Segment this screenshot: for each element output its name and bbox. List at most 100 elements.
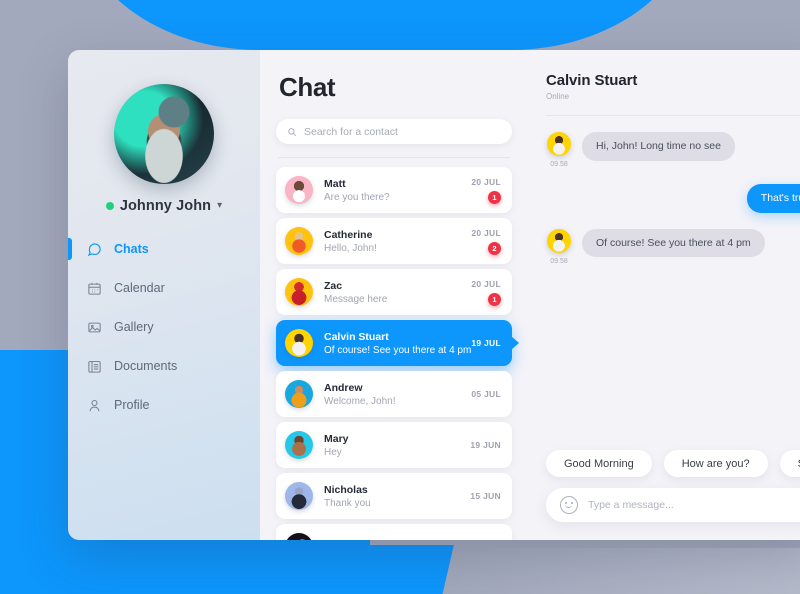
quick-reply-chip[interactable]: Good Morning <box>546 450 652 477</box>
message-incoming: 09.58 Hi, John! Long time no see <box>546 132 800 168</box>
selection-tail <box>511 336 519 350</box>
list-item[interactable]: Zac Message here 20 JUL 1 <box>276 269 512 315</box>
sidebar-profile[interactable]: Johnny John ▾ <box>68 84 260 214</box>
contact-avatar <box>285 329 313 357</box>
contact-avatar <box>285 482 313 510</box>
app-window: Johnny John ▾ Chats Calendar Gallery Doc… <box>68 50 800 540</box>
contact-avatar <box>285 278 313 306</box>
chat-list-panel: Chat Search for a contact Matt Are you t… <box>260 50 528 540</box>
conversation-panel: Calvin Stuart Online 09.58 Hi, John! Lon… <box>528 50 800 540</box>
avatar[interactable] <box>114 84 214 184</box>
sidebar-item-chats[interactable]: Chats <box>68 236 260 262</box>
sidebar: Johnny John ▾ Chats Calendar Gallery Doc… <box>68 50 260 540</box>
message-preview: Hello, John! <box>324 242 377 254</box>
sidebar-item-label: Chats <box>114 242 149 256</box>
list-item-text: Catherine Hello, John! <box>324 229 471 254</box>
list-item[interactable]: Nicholas Thank you 15 JUN <box>276 473 512 519</box>
message-date: 05 JUL <box>471 389 501 399</box>
image-icon <box>87 320 102 335</box>
message-input-placeholder: Type a message... <box>588 499 674 511</box>
active-indicator-bar <box>68 238 72 260</box>
page-title: Chat <box>279 72 336 102</box>
contact-avatar <box>285 533 313 540</box>
message-timestamp: 09.58 <box>550 161 568 168</box>
online-status-dot <box>105 202 114 210</box>
list-item-text: Zac Message here <box>324 280 471 305</box>
quick-reply-bar: Good Morning How are you? S <box>546 450 800 488</box>
sidebar-item-profile[interactable]: Profile <box>68 392 260 418</box>
chat-bubble-icon <box>87 242 102 257</box>
list-item[interactable]: Dave 20 JUN <box>276 524 512 540</box>
list-item-meta: 05 JUL <box>471 389 501 399</box>
message-incoming: 09.58 Of course! See you there at 4 pm <box>546 228 800 265</box>
message-avatar-wrap: 09.58 <box>546 228 572 265</box>
message-date: 19 JUL <box>471 338 501 348</box>
message-date: 20 JUL <box>471 176 501 187</box>
smiley-face-icon[interactable] <box>560 496 578 514</box>
list-item-meta: 19 JUN <box>470 440 501 450</box>
list-item-meta: 20 JUL 1 <box>471 177 501 204</box>
message-date: 20 JUL <box>471 278 501 289</box>
sidebar-item-label: Documents <box>114 359 178 373</box>
list-item-text: Andrew Welcome, John! <box>324 382 471 407</box>
message-avatar-wrap: 09.58 <box>546 132 572 168</box>
decor-blue-shape-bottom <box>0 545 454 594</box>
sidebar-item-gallery[interactable]: Gallery <box>68 314 260 340</box>
list-item[interactable]: Mary Hey 19 JUN <box>276 422 512 468</box>
profile-name: Johnny John <box>119 198 212 214</box>
message-thread: 09.58 Hi, John! Long time no see That's … <box>546 116 800 450</box>
message-date: 15 JUN <box>470 491 501 501</box>
message-avatar <box>547 132 571 156</box>
list-item-meta: 20 JUL 2 <box>471 228 501 255</box>
message-bubble: That's true, Calvin! <box>746 184 800 213</box>
contact-avatar <box>285 431 313 459</box>
profile-name-row[interactable]: Johnny John ▾ <box>68 198 260 214</box>
sidebar-item-calendar[interactable]: Calendar <box>68 275 260 301</box>
list-item[interactable]: Catherine Hello, John! 20 JUL 2 <box>276 218 512 264</box>
conversation-list[interactable]: Matt Are you there? 20 JUL 1 Catherine H… <box>276 167 519 540</box>
contact-name: Catherine <box>324 228 373 241</box>
message-input[interactable]: Type a message... <box>546 488 800 522</box>
message-preview: Message here <box>324 293 388 305</box>
conversation-contact-name: Calvin Stuart <box>546 72 638 89</box>
message-preview: Hey <box>324 446 342 458</box>
contact-name: Mary <box>324 432 349 445</box>
chevron-down-icon[interactable]: ▾ <box>217 201 222 211</box>
message-outgoing: That's true, Calvin! <box>546 184 800 213</box>
contact-name: Nicholas <box>324 483 368 496</box>
quick-reply-chip[interactable]: S <box>779 450 800 477</box>
message-avatar <box>547 228 571 253</box>
sidebar-item-label: Calendar <box>114 281 165 295</box>
contact-avatar <box>285 380 313 408</box>
message-preview: Welcome, John! <box>324 395 396 407</box>
message-bubble: Of course! See you there at 4 pm <box>582 228 765 258</box>
search-input[interactable]: Search for a contact <box>276 119 512 144</box>
list-item-text: Calvin Stuart Of course! See you there a… <box>324 331 471 356</box>
list-item[interactable]: Andrew Welcome, John! 05 JUL <box>276 371 512 417</box>
unread-badge: 1 <box>488 292 501 306</box>
message-bubble: Hi, John! Long time no see <box>582 132 735 161</box>
list-item-meta: 15 JUN <box>470 491 501 501</box>
contact-avatar <box>285 176 313 204</box>
list-item-text: Mary Hey <box>324 433 470 458</box>
sidebar-item-documents[interactable]: Documents <box>68 353 260 379</box>
search-icon <box>288 127 297 136</box>
list-item[interactable]: Matt Are you there? 20 JUL 1 <box>276 167 512 213</box>
screenshot-canvas: Johnny John ▾ Chats Calendar Gallery Doc… <box>0 0 800 594</box>
sidebar-item-label: Gallery <box>114 320 154 334</box>
list-item-meta: 19 JUL <box>471 338 501 348</box>
list-divider <box>278 157 510 158</box>
calendar-icon <box>87 281 102 296</box>
quick-reply-chip[interactable]: How are you? <box>663 450 768 477</box>
list-item-text: Nicholas Thank you <box>324 484 470 509</box>
message-date: 19 JUN <box>470 440 501 450</box>
message-date: 20 JUL <box>471 227 501 238</box>
conversation-contact-status: Online <box>546 92 570 101</box>
message-preview: Thank you <box>324 497 371 509</box>
list-item-selected[interactable]: Calvin Stuart Of course! See you there a… <box>276 320 519 366</box>
message-preview: Are you there? <box>324 191 390 203</box>
person-icon <box>87 398 102 413</box>
sidebar-item-label: Profile <box>114 398 150 412</box>
search-placeholder: Search for a contact <box>304 125 398 138</box>
contact-avatar <box>285 227 313 255</box>
